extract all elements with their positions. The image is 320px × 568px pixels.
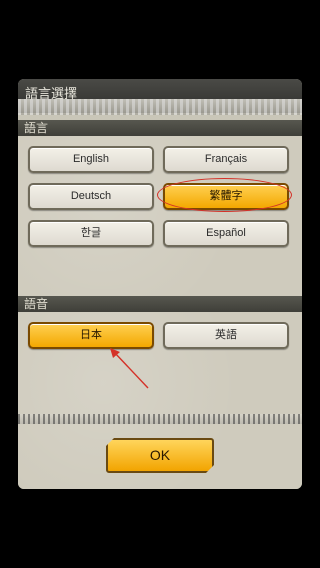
dialog-title: 語言選擇	[25, 87, 78, 102]
dialog-title-bar: 語言選擇	[18, 79, 302, 115]
voice-button-japanese[interactable]: 日本	[28, 322, 154, 349]
language-button-french[interactable]: Français	[163, 146, 289, 173]
display-language-section-header: 語言	[18, 120, 302, 136]
language-button-german[interactable]: Deutsch	[28, 183, 154, 210]
language-button-korean[interactable]: 한글	[28, 220, 154, 247]
voice-language-section-header: 語音	[18, 296, 302, 312]
red-arrow-icon	[110, 348, 149, 389]
language-button-spanish[interactable]: Español	[163, 220, 289, 247]
ok-button[interactable]: OK	[106, 438, 214, 473]
voice-button-english[interactable]: 英語	[163, 322, 289, 349]
bottom-brush-band	[18, 414, 302, 424]
language-button-english[interactable]: English	[28, 146, 154, 173]
language-button-traditional-chinese[interactable]: 繁體字	[163, 183, 289, 210]
language-select-dialog: 語言選擇 語言 語音	[18, 79, 302, 489]
